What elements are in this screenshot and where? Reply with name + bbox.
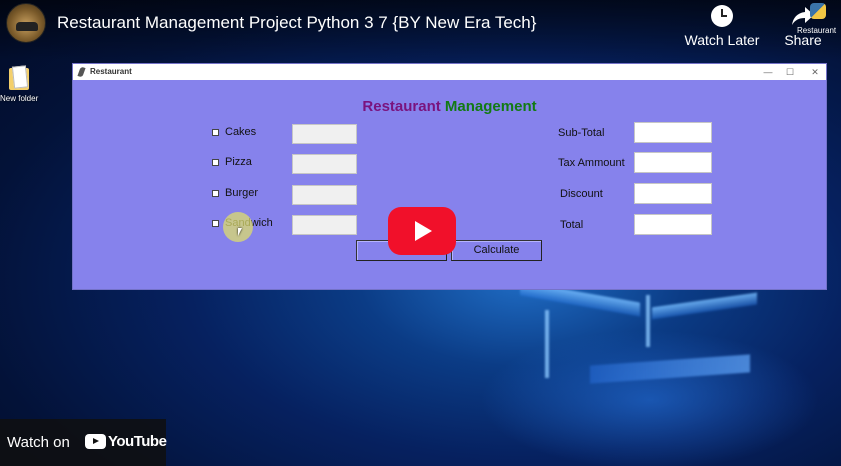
cakes-quantity-input[interactable] <box>292 124 357 144</box>
share-thumbnail: Restaurant <box>797 0 836 35</box>
burger-checkbox[interactable] <box>212 190 219 197</box>
channel-avatar[interactable] <box>6 3 46 43</box>
maximize-button[interactable]: ☐ <box>778 64 802 80</box>
pizza-quantity-input[interactable] <box>292 154 357 174</box>
play-icon[interactable] <box>388 207 456 255</box>
sandwich-quantity-input[interactable] <box>292 215 357 235</box>
desktop-folder[interactable]: New folder <box>0 66 38 103</box>
car-icon <box>16 22 38 31</box>
python-icon <box>810 3 826 19</box>
burger-label: Burger <box>225 187 259 199</box>
cakes-checkbox[interactable] <box>212 129 219 136</box>
calculate-button[interactable]: Calculate <box>451 240 542 261</box>
share-thumbnail-label: Restaurant <box>797 26 837 35</box>
window-title: Restaurant <box>90 67 132 76</box>
app-heading-restaurant: Restaurant <box>362 98 441 115</box>
burger-quantity-input[interactable] <box>292 185 357 205</box>
close-button[interactable]: ✕ <box>803 64 827 80</box>
wallpaper-beam <box>652 292 757 320</box>
cursor-highlight <box>223 212 253 242</box>
tax-amount-label: Tax Ammount <box>558 157 625 169</box>
window-titlebar[interactable]: Restaurant — ☐ ✕ <box>73 64 826 80</box>
watch-on-youtube-button[interactable]: Watch on YouTube <box>0 419 167 466</box>
feather-icon <box>77 66 86 78</box>
cakes-label: Cakes <box>225 126 257 138</box>
discount-field[interactable] <box>634 183 712 204</box>
wallpaper-beam <box>646 295 650 347</box>
pizza-label: Pizza <box>225 156 252 168</box>
app-heading: Restaurant Management <box>73 98 826 115</box>
desktop-folder-label: New folder <box>0 94 39 103</box>
video-top-bar: Restaurant Management Project Python 3 7… <box>0 0 841 60</box>
clock-icon <box>711 5 733 27</box>
pizza-checkbox[interactable] <box>212 159 219 166</box>
minimize-button[interactable]: — <box>756 64 780 80</box>
sandwich-checkbox[interactable] <box>212 220 219 227</box>
watch-later-label: Watch Later <box>684 32 760 48</box>
restaurant-window: Restaurant — ☐ ✕ Restaurant Management C… <box>72 63 827 290</box>
wallpaper-glow <box>480 330 820 466</box>
watch-later-button[interactable]: Watch Later <box>683 5 761 48</box>
video-title[interactable]: Restaurant Management Project Python 3 7… <box>57 13 536 33</box>
folder-icon <box>9 66 29 90</box>
tax-amount-field[interactable] <box>634 152 712 173</box>
subtotal-label: Sub-Total <box>558 127 605 139</box>
wallpaper-beam <box>545 310 549 378</box>
youtube-brand: YouTube <box>108 433 167 450</box>
app-heading-management: Management <box>444 98 537 115</box>
cursor-icon <box>238 228 242 236</box>
subtotal-field[interactable] <box>634 122 712 143</box>
total-label: Total <box>560 219 584 231</box>
youtube-logo-icon <box>85 434 106 449</box>
total-field[interactable] <box>634 214 712 235</box>
watch-on-label: Watch on <box>7 434 70 451</box>
discount-label: Discount <box>560 188 603 200</box>
